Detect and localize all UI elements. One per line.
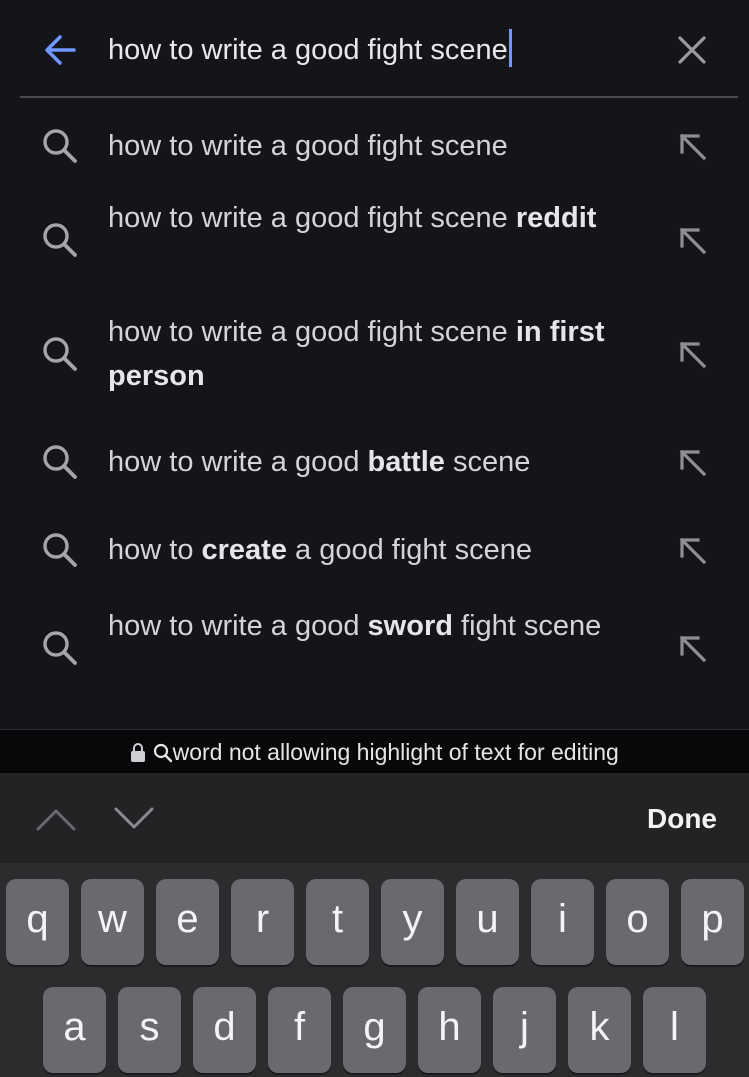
suggestion-part: a good fight scene xyxy=(286,534,533,566)
search-icon xyxy=(38,528,82,572)
suggestion-part: how to write a good fight scene xyxy=(108,316,516,348)
search-icon xyxy=(38,332,82,376)
key-o[interactable]: o xyxy=(606,879,669,965)
key-i[interactable]: i xyxy=(531,879,594,965)
notice-bar: word not allowing highlight of text for … xyxy=(0,729,749,774)
suggestion-part: fight scene xyxy=(452,610,602,642)
suggestion-part: how to xyxy=(108,534,202,566)
key-y[interactable]: y xyxy=(381,879,444,965)
key-k[interactable]: k xyxy=(568,987,631,1073)
suggestion-text: how to write a good fight scene reddit xyxy=(108,196,628,240)
key-e[interactable]: e xyxy=(156,879,219,965)
text-caret xyxy=(508,29,512,67)
key-p[interactable]: p xyxy=(681,879,744,965)
chevron-down-icon[interactable] xyxy=(110,797,158,841)
key-u[interactable]: u xyxy=(456,879,519,965)
notice-text: word not allowing highlight of text for … xyxy=(172,739,619,765)
suggestion-text: how to write a good fight scene in first… xyxy=(108,310,628,398)
lock-icon xyxy=(131,743,146,762)
close-icon[interactable] xyxy=(670,28,714,72)
search-icon xyxy=(38,218,82,262)
suggestion-item[interactable]: how to write a good sword fight scene xyxy=(0,590,749,706)
key-j[interactable]: j xyxy=(493,987,556,1073)
key-f[interactable]: f xyxy=(268,987,331,1073)
key-w[interactable]: w xyxy=(81,879,144,965)
key-s[interactable]: s xyxy=(118,987,181,1073)
fill-query-arrow-icon[interactable] xyxy=(670,124,714,168)
search-icon xyxy=(38,440,82,484)
suggestion-part: how to write a good xyxy=(108,610,368,642)
key-a[interactable]: a xyxy=(43,987,106,1073)
keyboard: qwertyuiop asdfghjkl xyxy=(0,863,749,1077)
fill-query-arrow-icon[interactable] xyxy=(670,218,714,262)
fill-query-arrow-icon[interactable] xyxy=(670,528,714,572)
suggestion-part: scene xyxy=(444,446,531,478)
key-g[interactable]: g xyxy=(343,987,406,1073)
chevron-up-icon[interactable] xyxy=(32,797,80,841)
suggestion-item[interactable]: how to write a good fight scene reddit xyxy=(0,186,749,294)
search-icon xyxy=(153,743,172,763)
suggestion-highlight: sword xyxy=(367,610,453,642)
key-q[interactable]: q xyxy=(6,879,69,965)
fill-query-arrow-icon[interactable] xyxy=(670,626,714,670)
search-bar: how to write a good fight scene xyxy=(0,0,749,98)
search-icon xyxy=(38,626,82,670)
suggestion-highlight: create xyxy=(201,534,287,566)
search-input[interactable]: how to write a good fight scene xyxy=(108,28,512,72)
suggestion-item[interactable]: how to write a good fight scene xyxy=(0,102,749,190)
suggestion-text: how to write a good sword fight scene xyxy=(108,604,628,648)
back-arrow-icon[interactable] xyxy=(38,28,82,72)
suggestion-item[interactable]: how to create a good fight scene xyxy=(0,510,749,590)
keyboard-accessory-bar: Done xyxy=(0,773,749,863)
suggestion-part: how to write a good xyxy=(108,446,368,478)
key-t[interactable]: t xyxy=(306,879,369,965)
divider xyxy=(20,96,738,98)
key-h[interactable]: h xyxy=(418,987,481,1073)
suggestion-text: how to write a good battle scene xyxy=(108,440,628,484)
key-l[interactable]: l xyxy=(643,987,706,1073)
fill-query-arrow-icon[interactable] xyxy=(670,440,714,484)
suggestion-highlight: reddit xyxy=(515,202,597,234)
suggestion-highlight: battle xyxy=(367,446,445,478)
key-d[interactable]: d xyxy=(193,987,256,1073)
suggestion-text: how to write a good fight scene xyxy=(108,124,628,168)
suggestion-part: how to write a good fight scene xyxy=(108,130,508,162)
fill-query-arrow-icon[interactable] xyxy=(670,332,714,376)
search-icon xyxy=(38,124,82,168)
suggestion-item[interactable]: how to write a good fight scene in first… xyxy=(0,294,749,414)
key-r[interactable]: r xyxy=(231,879,294,965)
done-button[interactable]: Done xyxy=(647,797,717,841)
suggestion-part: how to write a good fight scene xyxy=(108,202,516,234)
suggestion-text: how to create a good fight scene xyxy=(108,528,628,572)
suggestion-item[interactable]: how to write a good battle scene xyxy=(0,414,749,510)
